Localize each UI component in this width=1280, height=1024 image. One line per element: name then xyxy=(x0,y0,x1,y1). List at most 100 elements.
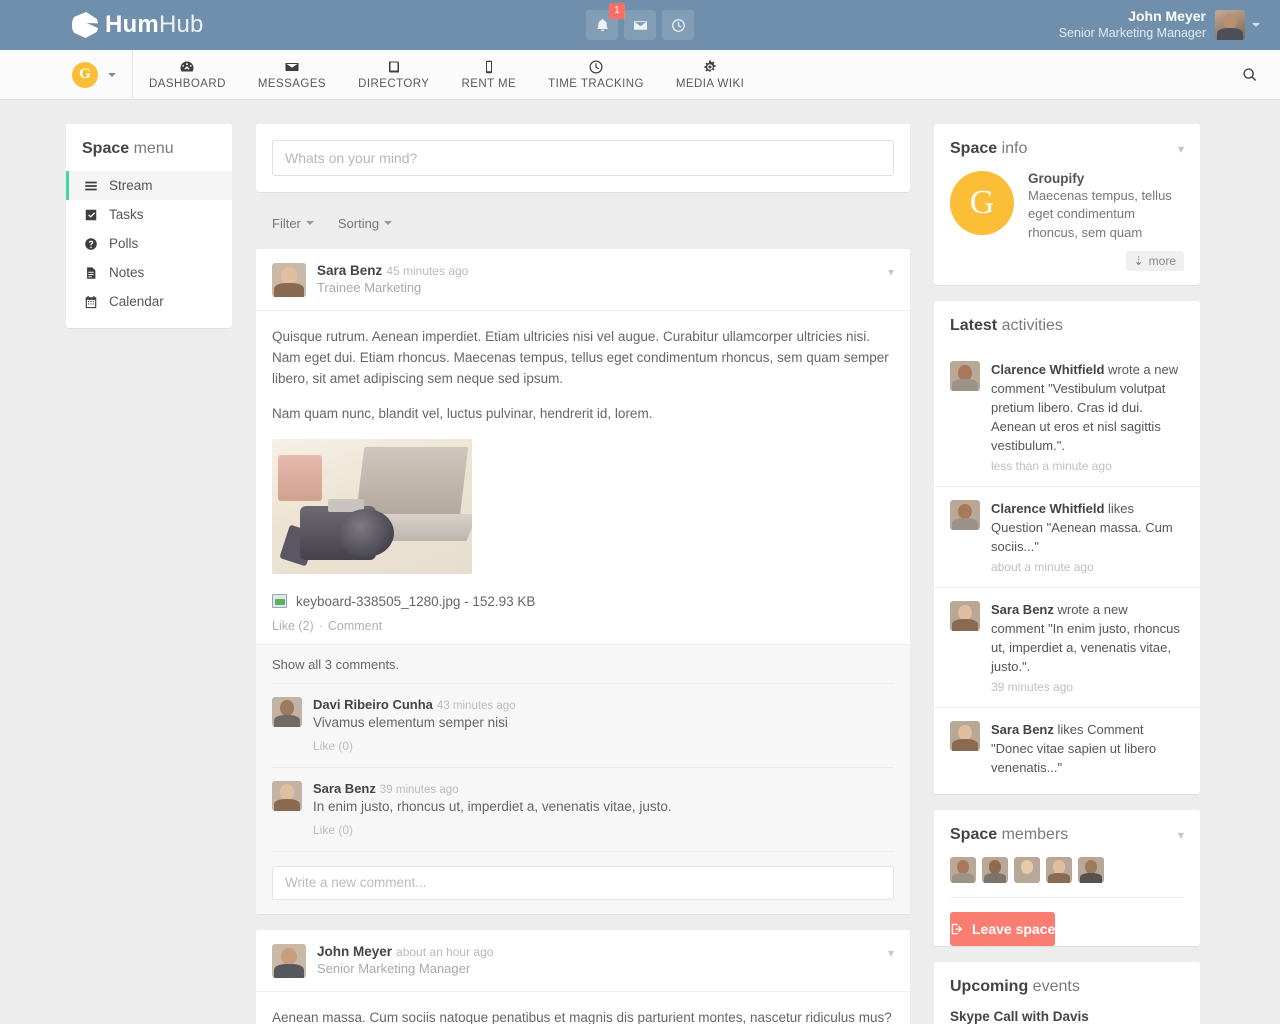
nav-label: TIME TRACKING xyxy=(548,78,644,90)
avatar[interactable] xyxy=(950,500,980,530)
avatar[interactable] xyxy=(1078,857,1104,883)
envelope-icon[interactable] xyxy=(624,10,656,40)
space-menu-items: Stream Tasks Polls Notes Calendar xyxy=(66,171,232,328)
comment-item: Sara Benz39 minutes ago In enim justo, r… xyxy=(272,768,894,852)
post-author[interactable]: John Meyer xyxy=(317,944,392,959)
post-attachment[interactable]: keyboard-338505_1280.jpg - 152.93 KB xyxy=(256,588,910,619)
calendar-icon xyxy=(84,295,98,309)
post-paragraph: Nam quam nunc, blandit vel, luctus pulvi… xyxy=(272,404,894,425)
avatar[interactable] xyxy=(1014,857,1040,883)
avatar-face xyxy=(272,781,302,811)
post-image[interactable] xyxy=(272,439,472,574)
like-button[interactable]: Like (2) xyxy=(272,619,314,633)
nav-label: RENT ME xyxy=(461,78,516,90)
sorting-dropdown[interactable]: Sorting xyxy=(338,216,392,231)
avatar[interactable] xyxy=(950,601,980,631)
stream-post: Sara Benz45 minutes ago Trainee Marketin… xyxy=(256,249,910,914)
avatar[interactable] xyxy=(950,857,976,883)
chevron-down-icon[interactable]: ▾ xyxy=(1178,142,1184,156)
avatar[interactable] xyxy=(272,697,302,727)
user-menu[interactable]: John Meyer Senior Marketing Manager xyxy=(1059,8,1260,41)
comment-author-line: Sara Benz39 minutes ago xyxy=(313,781,672,796)
panel-title-bold: Latest xyxy=(950,317,997,334)
panel-title-bold: Upcoming xyxy=(950,978,1028,995)
sorting-label: Sorting xyxy=(338,216,379,231)
post-form-panel xyxy=(256,124,910,192)
sidebar-item-calendar[interactable]: Calendar xyxy=(66,287,232,316)
avatar[interactable] xyxy=(950,361,980,391)
gear-icon xyxy=(702,59,718,74)
avatar-face xyxy=(950,601,980,631)
post-author[interactable]: Sara Benz xyxy=(317,263,382,278)
post-input[interactable] xyxy=(272,140,894,176)
image-detail xyxy=(278,455,322,501)
sign-out-icon xyxy=(950,922,964,936)
activity-actor[interactable]: Clarence Whitfield xyxy=(991,362,1104,377)
image-file-icon xyxy=(272,594,287,608)
comment-like-button[interactable]: Like (0) xyxy=(313,823,672,837)
post-menu-chevron-down-icon[interactable]: ▾ xyxy=(888,265,894,279)
comment-like-button[interactable]: Like (0) xyxy=(313,739,516,753)
nav-item-messages[interactable]: MESSAGES xyxy=(242,50,342,99)
space-members-panel: Space members ▾ Leave space xyxy=(934,810,1200,946)
nav-item-rent-me[interactable]: RENT ME xyxy=(445,50,532,99)
file-text-icon xyxy=(84,266,98,280)
avatar-face xyxy=(272,697,302,727)
bell-icon[interactable]: 1 xyxy=(586,10,618,40)
space-description: Maecenas tempus, tellus eget condimentum… xyxy=(1028,187,1184,242)
nav-item-media-wiki[interactable]: MEDIA WIKI xyxy=(660,50,760,99)
avatar-face xyxy=(272,944,306,978)
comment-button[interactable]: Comment xyxy=(328,619,382,633)
sidebar-item-polls[interactable]: Polls xyxy=(66,229,232,258)
sidebar-item-tasks[interactable]: Tasks xyxy=(66,200,232,229)
avatar-face xyxy=(1215,10,1245,40)
space-name[interactable]: Groupify xyxy=(1028,171,1184,186)
more-button[interactable]: ⇣ more xyxy=(1126,251,1184,271)
filter-dropdown[interactable]: Filter xyxy=(272,216,314,231)
comment-author[interactable]: Sara Benz xyxy=(313,781,376,796)
sidebar-item-stream[interactable]: Stream xyxy=(66,171,232,200)
sidebar-item-notes[interactable]: Notes xyxy=(66,258,232,287)
show-all-comments-link[interactable]: Show all 3 comments. xyxy=(272,657,894,684)
avatar[interactable] xyxy=(272,263,306,297)
check-square-icon xyxy=(84,208,98,222)
comment-author[interactable]: Davi Ribeiro Cunha xyxy=(313,697,433,712)
nav-item-directory[interactable]: DIRECTORY xyxy=(342,50,445,99)
arrow-down-icon: ⇣ xyxy=(1134,254,1144,268)
post-author-role: Trainee Marketing xyxy=(317,280,468,295)
activity-actor[interactable]: Clarence Whitfield xyxy=(991,501,1104,516)
activity-actor[interactable]: Sara Benz xyxy=(991,602,1054,617)
post-menu-chevron-down-icon[interactable]: ▾ xyxy=(888,946,894,960)
avatar[interactable] xyxy=(1046,857,1072,883)
avatar[interactable] xyxy=(1215,10,1245,40)
user-info: John Meyer Senior Marketing Manager xyxy=(1059,8,1206,41)
space-switcher[interactable]: G xyxy=(0,50,133,99)
post-author-block: Sara Benz45 minutes ago Trainee Marketin… xyxy=(317,263,468,295)
nav-item-time-tracking[interactable]: TIME TRACKING xyxy=(532,50,660,99)
nav-label: DIRECTORY xyxy=(358,78,429,90)
stream-toolbar: Filter Sorting xyxy=(256,208,910,249)
activity-text: Sara Benz wrote a new comment "In enim j… xyxy=(991,601,1184,677)
new-comment-input[interactable] xyxy=(272,866,894,900)
panel-title-light: info xyxy=(1002,140,1028,157)
clock-icon[interactable] xyxy=(662,10,694,40)
nav-label: MESSAGES xyxy=(258,78,326,90)
event-title[interactable]: Skype Call with Davis xyxy=(934,1009,1200,1024)
search-icon[interactable] xyxy=(1242,50,1258,99)
avatar[interactable] xyxy=(272,781,302,811)
avatar[interactable] xyxy=(982,857,1008,883)
right-sidebar: Space info ▾ G Groupify Maecenas tempus,… xyxy=(934,124,1200,1024)
activity-actor[interactable]: Sara Benz xyxy=(991,722,1054,737)
chevron-down-icon[interactable]: ▾ xyxy=(1178,828,1184,842)
post-author-line: Sara Benz45 minutes ago xyxy=(317,263,468,278)
humhub-logo[interactable]: HumHub xyxy=(72,11,204,39)
post-header: John Meyerabout an hour ago Senior Marke… xyxy=(256,930,910,992)
nav-item-dashboard[interactable]: DASHBOARD xyxy=(133,50,242,99)
avatar[interactable] xyxy=(950,721,980,751)
avatar-face xyxy=(950,500,980,530)
avatar[interactable] xyxy=(272,944,306,978)
space-logo: G xyxy=(950,171,1014,235)
leave-space-button[interactable]: Leave space xyxy=(950,912,1055,946)
panel-title-light: activities xyxy=(1002,317,1063,334)
attachment-name: keyboard-338505_1280.jpg - 152.93 KB xyxy=(296,594,535,609)
